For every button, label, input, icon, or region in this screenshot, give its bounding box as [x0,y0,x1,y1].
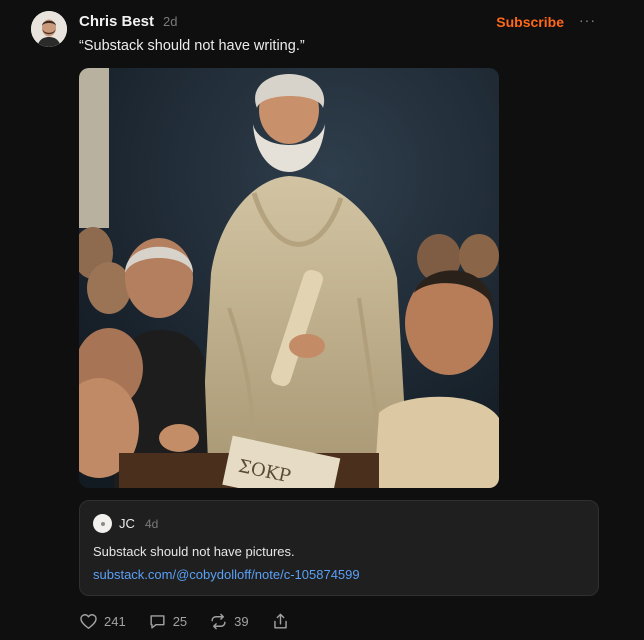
share-icon [273,613,287,629]
post-header: Chris Best 2d [79,13,178,30]
restack-icon [211,613,226,629]
post-image[interactable]: ΣΟΚΡ [79,68,499,488]
subscribe-button[interactable]: Subscribe [496,14,564,30]
quoted-note-link[interactable]: substack.com/@cobydolloff/note/c-1058745… [93,567,360,582]
restack-button[interactable]: 39 [209,612,249,631]
quoted-note-time: 4d [145,517,159,531]
comment-count: 25 [172,613,188,629]
more-options-icon[interactable]: ··· [579,12,596,28]
post-actions: 241 25 39 [79,610,312,632]
comment-icon [150,614,165,629]
quoted-note-card[interactable]: JC 4d Substack should not have pictures.… [79,500,599,596]
share-button[interactable] [271,612,290,631]
post-time: 2d [163,14,178,29]
post-text: “Substack should not have writing.” [79,38,305,54]
like-button[interactable]: 241 [79,612,126,631]
author-avatar[interactable] [31,11,67,47]
author-name[interactable]: Chris Best [79,13,154,30]
note-post: Chris Best 2d Subscribe ··· “Substack sh… [0,0,644,640]
quoted-note-text: Substack should not have pictures. [93,544,295,559]
heart-icon [80,613,97,629]
quoted-author-name[interactable]: JC [119,516,135,531]
restack-count: 39 [234,613,249,629]
like-count: 241 [104,613,126,629]
comment-button[interactable]: 25 [148,612,187,631]
quoted-author-avatar[interactable] [93,514,112,533]
